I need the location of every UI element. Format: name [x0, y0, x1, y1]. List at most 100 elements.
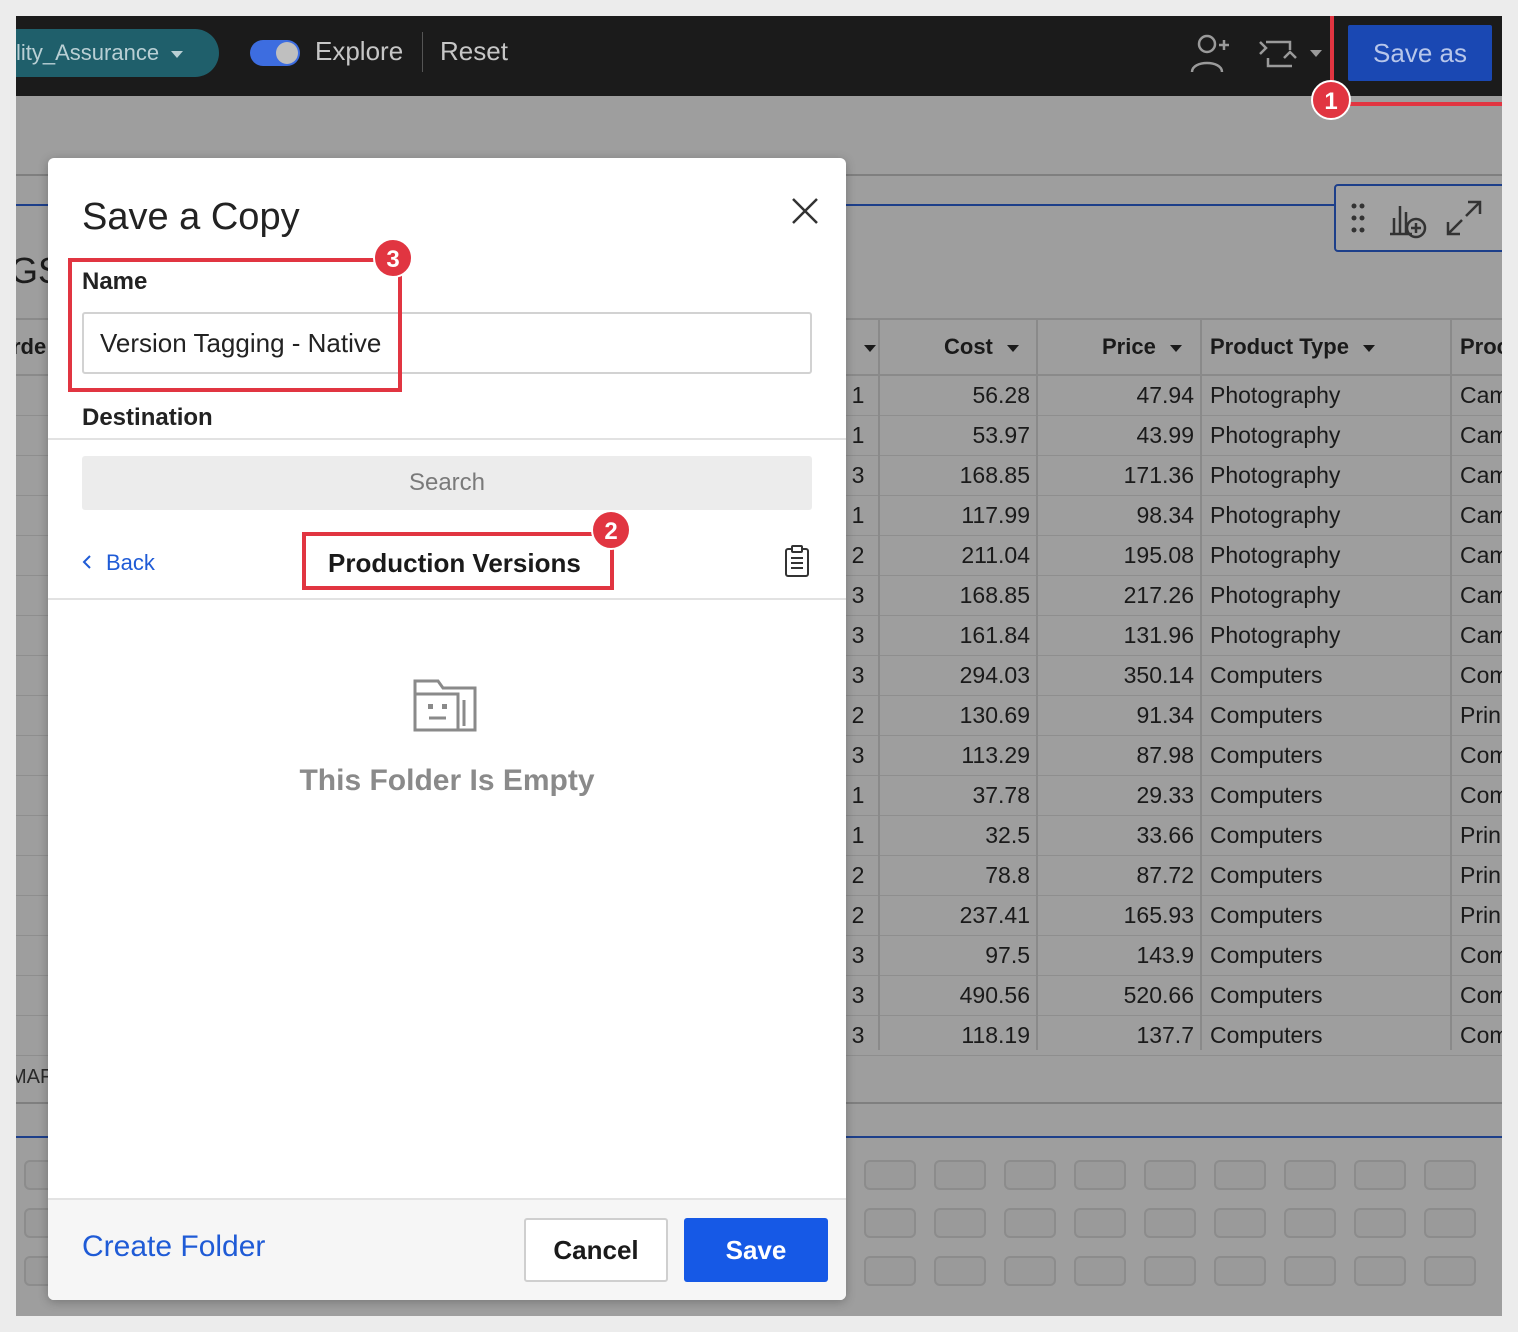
- product-cell: Cam: [1460, 582, 1502, 608]
- layout-grid-cell: [864, 1256, 916, 1286]
- qty-cell: 3: [851, 582, 865, 608]
- qty-cell: 1: [851, 502, 865, 528]
- back-link[interactable]: Back: [82, 550, 155, 576]
- layout-grid-cell: [1284, 1208, 1336, 1238]
- price-cell: 520.66: [1123, 982, 1194, 1008]
- product-type-cell: Photography: [1210, 622, 1341, 648]
- layout-grid-cell: [1074, 1256, 1126, 1286]
- qty-cell: 3: [851, 622, 865, 648]
- qty-cell: 3: [851, 462, 865, 488]
- layout-grid-cell: [1424, 1160, 1476, 1190]
- product-type-cell: Computers: [1210, 782, 1323, 808]
- create-folder-link[interactable]: Create Folder: [82, 1230, 265, 1264]
- column-header-qty[interactable]: [850, 334, 876, 360]
- cost-cell: 490.56: [959, 982, 1030, 1008]
- price-cell: 217.26: [1123, 582, 1194, 608]
- close-icon[interactable]: [790, 196, 820, 226]
- cost-cell: 113.29: [961, 742, 1030, 768]
- sync-icon[interactable]: [1256, 34, 1302, 74]
- layout-grid-cell: [1424, 1208, 1476, 1238]
- layout-grid-cell: [1144, 1208, 1196, 1238]
- dialog-divider: [48, 438, 846, 440]
- layout-grid-cell: [1074, 1160, 1126, 1190]
- qty-cell: 2: [851, 902, 865, 928]
- qty-cell: 2: [851, 702, 865, 728]
- column-header-product[interactable]: Proc: [1460, 334, 1502, 360]
- price-cell: 91.34: [1136, 702, 1194, 728]
- price-cell: 87.72: [1136, 862, 1194, 888]
- product-type-cell: Photography: [1210, 422, 1341, 448]
- save-button[interactable]: Save: [684, 1218, 828, 1282]
- column-header-product-type[interactable]: Product Type: [1210, 334, 1375, 360]
- product-type-cell: Computers: [1210, 1022, 1323, 1048]
- toolbar-divider: [422, 32, 423, 72]
- search-input[interactable]: [82, 456, 812, 510]
- drag-handle-icon[interactable]: [1350, 200, 1366, 236]
- product-cell: Cam: [1460, 542, 1502, 568]
- product-cell: Com: [1460, 942, 1502, 968]
- explore-toggle[interactable]: [250, 40, 300, 66]
- layout-grid-cell: [1144, 1160, 1196, 1190]
- product-type-cell: Computers: [1210, 662, 1323, 688]
- chevron-left-icon: [82, 550, 92, 576]
- cost-cell: 32.5: [985, 822, 1030, 848]
- workspace-selector[interactable]: lity_Assurance: [16, 29, 219, 77]
- reset-button[interactable]: Reset: [440, 36, 508, 67]
- product-type-cell: Photography: [1210, 382, 1341, 408]
- dialog-footer: Create Folder Cancel Save: [48, 1198, 846, 1300]
- column-header-order[interactable]: rde: [16, 334, 46, 360]
- explore-label: Explore: [315, 36, 404, 66]
- layout-grid-cell: [1284, 1160, 1336, 1190]
- product-cell: Prin: [1460, 902, 1501, 928]
- column-divider: [1450, 318, 1452, 1050]
- back-label: Back: [106, 550, 155, 575]
- layout-grid-cell: [1284, 1256, 1336, 1286]
- product-cell: Com: [1460, 1022, 1502, 1048]
- chevron-down-icon: [1006, 344, 1019, 352]
- price-cell: 33.66: [1136, 822, 1194, 848]
- app-screen: lity_Assurance Explore Reset Save as GS: [16, 16, 1502, 1316]
- dialog-divider: [48, 598, 846, 600]
- expand-icon[interactable]: [1444, 198, 1484, 238]
- product-cell: Cam: [1460, 502, 1502, 528]
- product-cell: Com: [1460, 662, 1502, 688]
- product-type-cell: Photography: [1210, 582, 1341, 608]
- layout-grid-cell: [1004, 1256, 1056, 1286]
- qty-cell: 3: [851, 982, 865, 1008]
- product-cell: Cam: [1460, 422, 1502, 448]
- cost-cell: 117.99: [961, 502, 1030, 528]
- qty-cell: 3: [851, 942, 865, 968]
- chevron-down-icon: [171, 50, 184, 58]
- share-user-icon[interactable]: [1188, 32, 1234, 74]
- product-type-cell: Computers: [1210, 702, 1323, 728]
- column-header-price[interactable]: Price: [1102, 334, 1182, 360]
- add-chart-icon[interactable]: [1386, 198, 1430, 240]
- background-label: MAF: [16, 1066, 53, 1088]
- product-type-cell: Computers: [1210, 982, 1323, 1008]
- cost-cell: 37.78: [972, 782, 1030, 808]
- dialog-title: Save a Copy: [82, 196, 300, 238]
- price-cell: 47.94: [1136, 382, 1194, 408]
- layout-grid-cell: [1354, 1256, 1406, 1286]
- clipboard-icon[interactable]: [784, 544, 810, 578]
- qty-cell: 3: [851, 662, 865, 688]
- layout-grid-cell: [1214, 1160, 1266, 1190]
- workspace-label: lity_Assurance: [16, 40, 160, 65]
- cost-cell: 168.85: [959, 462, 1030, 488]
- layout-grid-cell: [1354, 1160, 1406, 1190]
- column-divider: [1036, 318, 1038, 1050]
- layout-grid-cell: [934, 1256, 986, 1286]
- column-header-cost[interactable]: Cost: [944, 334, 1019, 360]
- qty-cell: 1: [851, 782, 865, 808]
- product-cell: Prin: [1460, 822, 1501, 848]
- product-type-cell: Computers: [1210, 862, 1323, 888]
- cost-cell: 161.84: [959, 622, 1030, 648]
- cancel-button[interactable]: Cancel: [524, 1218, 668, 1282]
- product-type-cell: Computers: [1210, 822, 1323, 848]
- cost-cell: 237.41: [959, 902, 1030, 928]
- sync-dropdown-chevron-icon[interactable]: [1310, 50, 1322, 57]
- annotation-box-name: [68, 258, 402, 392]
- price-cell: 131.96: [1123, 622, 1194, 648]
- qty-cell: 2: [851, 862, 865, 888]
- qty-cell: 1: [851, 422, 865, 448]
